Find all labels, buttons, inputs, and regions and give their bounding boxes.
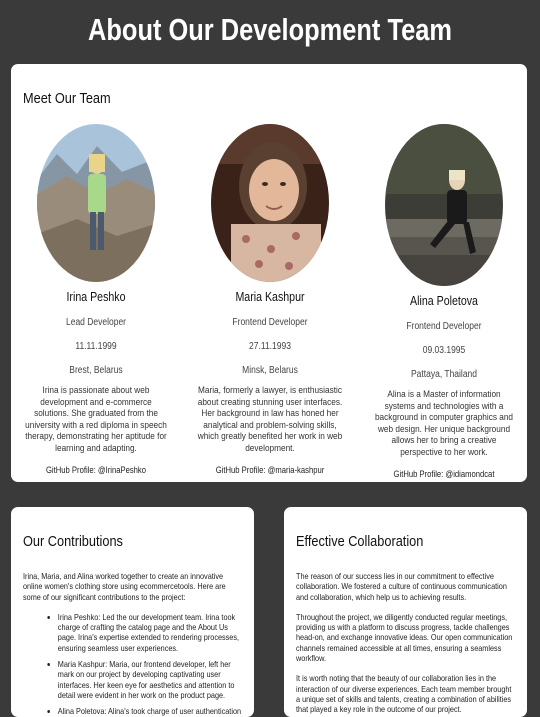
list-item: Maria Kashpur: Maria, our frontend devel… bbox=[58, 659, 242, 700]
member-name: Irina Peshko bbox=[66, 290, 126, 304]
page-title: About Our Development Team bbox=[88, 12, 452, 47]
member-birthdate: 09.03.1995 bbox=[422, 345, 466, 356]
member-card-maria: Maria Kashpur Frontend Developer 27.11.1… bbox=[185, 124, 355, 475]
collaboration-body: The reason of our success lies in our co… bbox=[296, 571, 515, 717]
member-bio: Irina is passionate about web developmen… bbox=[25, 385, 167, 454]
member-card-irina: Irina Peshko Lead Developer 11.11.1999 B… bbox=[11, 124, 181, 475]
contributions-card: Our Contributions Irina, Maria, and Alin… bbox=[11, 507, 254, 717]
member-location: Minsk, Belarus bbox=[242, 365, 298, 376]
member-bio: Alina is a Master of information systems… bbox=[374, 389, 514, 458]
list-item: Irina Peshko: Led the our development te… bbox=[58, 612, 242, 653]
team-heading: Meet Our Team bbox=[23, 90, 111, 107]
member-photo-maria bbox=[211, 124, 329, 282]
member-photo-irina bbox=[37, 124, 155, 282]
contributions-body: Irina, Maria, and Alina worked together … bbox=[23, 571, 242, 717]
member-name: Maria Kashpur bbox=[235, 290, 305, 304]
github-link-maria[interactable]: GitHub Profile: @maria-kashpur bbox=[198, 465, 343, 475]
collaboration-paragraph: It is worth noting that the beauty of ou… bbox=[296, 673, 512, 715]
member-birthdate: 11.11.1999 bbox=[75, 341, 117, 352]
collaboration-paragraph: The reason of our success lies in our co… bbox=[296, 571, 507, 602]
member-card-alina: Alina Poletova Frontend Developer 09.03.… bbox=[359, 124, 529, 479]
collaboration-heading: Effective Collaboration bbox=[296, 533, 424, 550]
member-name: Alina Poletova bbox=[410, 294, 478, 308]
member-birthdate: 27.11.1993 bbox=[249, 341, 291, 352]
github-link-alina[interactable]: GitHub Profile: @idiamondcat bbox=[372, 469, 517, 479]
contributions-list: Irina Peshko: Led the our development te… bbox=[23, 612, 242, 717]
collaboration-card: Effective Collaboration The reason of ou… bbox=[284, 507, 527, 717]
member-photo-alina bbox=[385, 124, 503, 286]
member-role: Frontend Developer bbox=[406, 321, 482, 332]
member-bio: Maria, formerly a lawyer, is enthusiasti… bbox=[197, 385, 343, 454]
member-location: Pattaya, Thailand bbox=[410, 369, 478, 380]
collaboration-paragraph: Throughout the project, we diligently co… bbox=[296, 611, 513, 664]
contributions-heading: Our Contributions bbox=[23, 533, 123, 550]
member-role: Frontend Developer bbox=[232, 317, 308, 328]
member-location: Brest, Belarus bbox=[69, 365, 123, 376]
list-item: Alina Poletova: Alina's took charge of u… bbox=[58, 706, 242, 716]
member-role: Lead Developer bbox=[65, 317, 127, 328]
contributions-intro: Irina, Maria, and Alina worked together … bbox=[23, 571, 226, 602]
github-link-irina[interactable]: GitHub Profile: @IrinaPeshko bbox=[24, 465, 169, 475]
team-card: Meet Our Team Irina Peshko Lead Develope… bbox=[11, 64, 527, 482]
